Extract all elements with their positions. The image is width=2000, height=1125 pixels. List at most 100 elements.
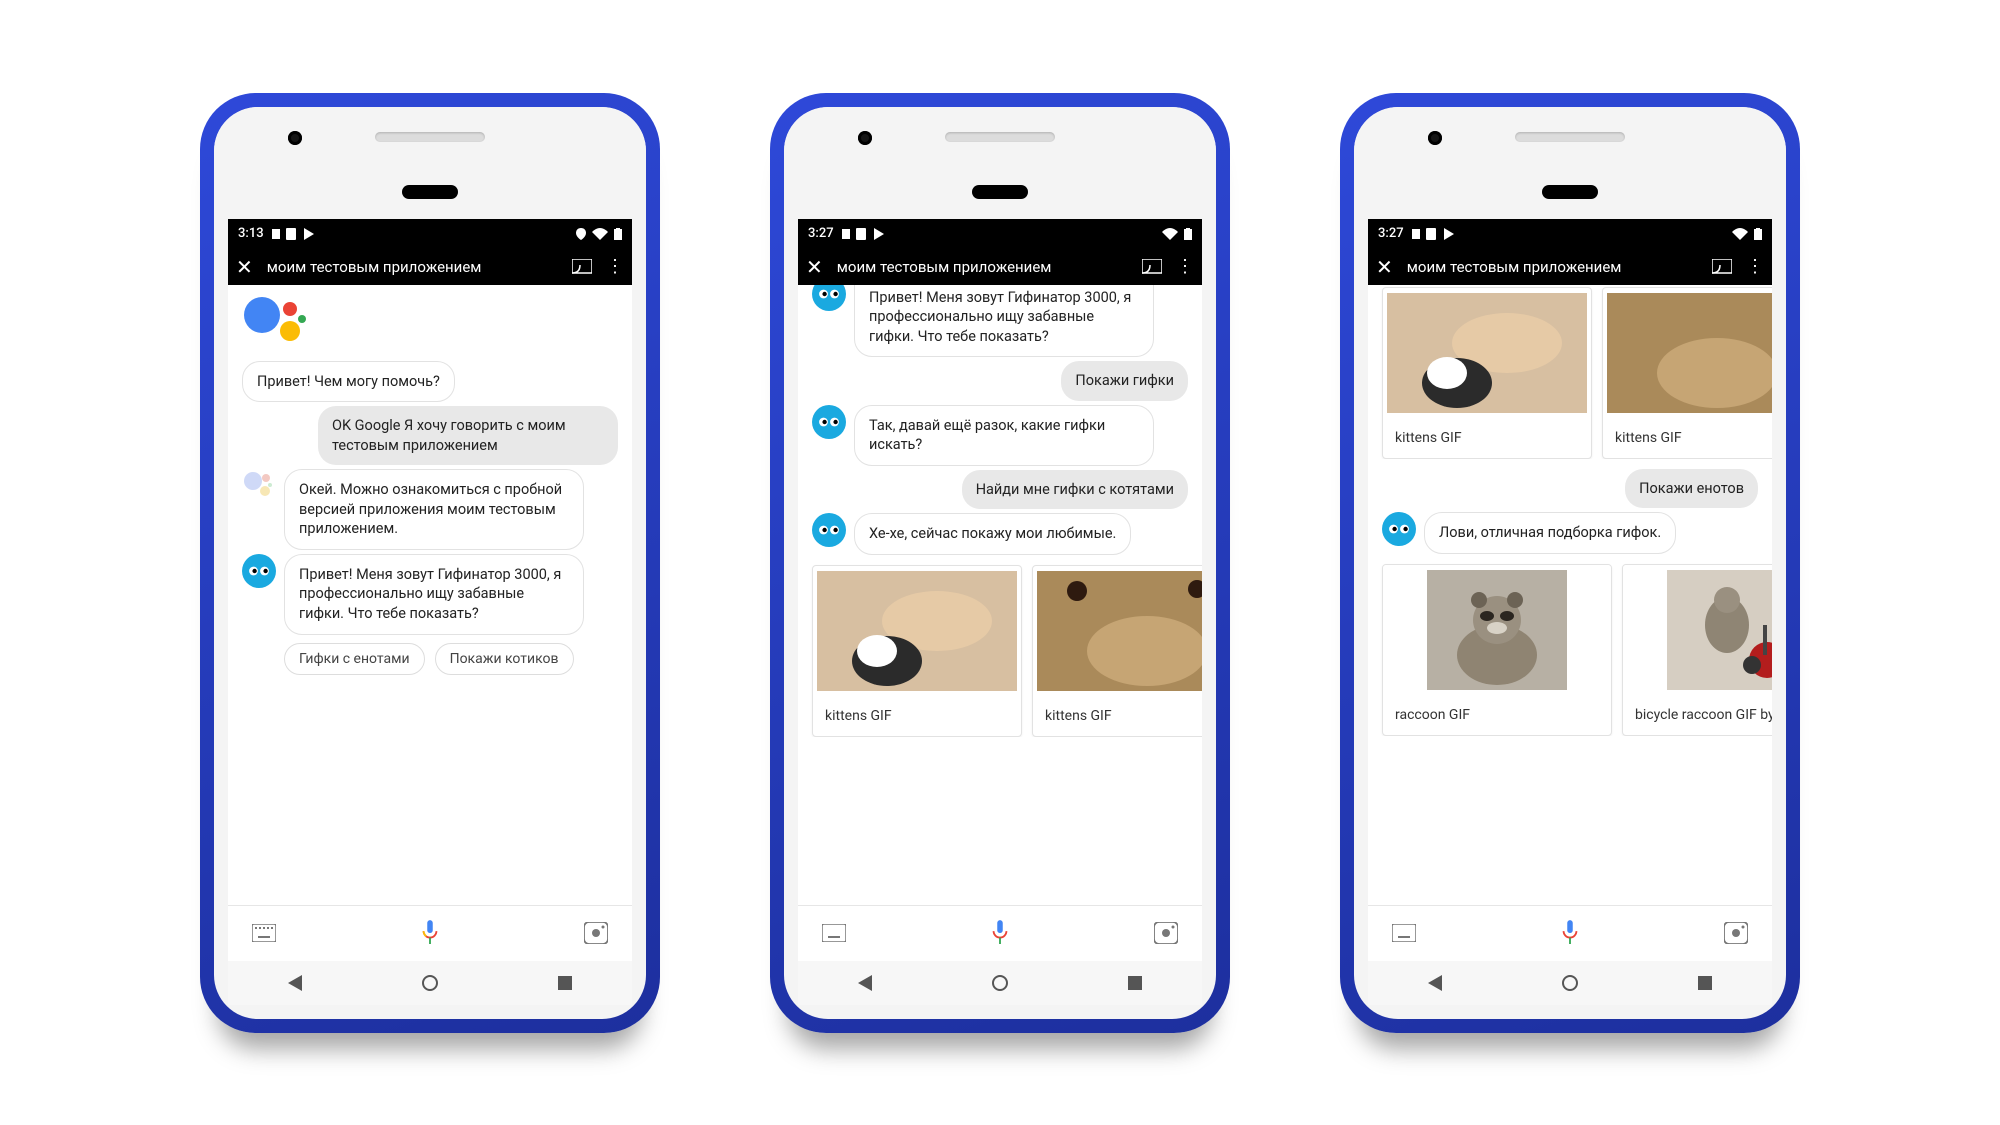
status-icons-left bbox=[842, 228, 892, 240]
close-icon[interactable]: ✕ bbox=[236, 255, 253, 279]
microphone-icon[interactable] bbox=[416, 919, 444, 947]
sensor-pill bbox=[1542, 185, 1598, 199]
message-row: Так, давай ещё разок, какие гифки искать… bbox=[798, 403, 1202, 468]
close-icon[interactable]: ✕ bbox=[1376, 255, 1393, 279]
suggestion-chip[interactable]: Покажи котиков bbox=[435, 643, 574, 675]
phone-1: 3:13 ✕ моим тестовым приложением ⋮ bbox=[200, 93, 660, 1033]
message-row: Найди мне гифки с котятами bbox=[798, 468, 1202, 512]
nav-home-icon[interactable] bbox=[422, 975, 438, 991]
user-bubble: Покажи енотов bbox=[1625, 469, 1758, 509]
chat-area: kittens GIF kittens GIF Покажи енотов bbox=[1368, 285, 1772, 905]
nav-back-icon[interactable] bbox=[1428, 975, 1442, 991]
message-row: Привет! Меня зовут Гифинатор 3000, я про… bbox=[228, 552, 632, 637]
gif-card[interactable]: kittens GIF bbox=[1602, 287, 1772, 459]
status-icons-left bbox=[272, 228, 322, 240]
gif-card[interactable]: kittens GIF bbox=[1382, 287, 1592, 459]
nav-back-icon[interactable] bbox=[858, 975, 872, 991]
app-bar: ✕ моим тестовым приложением ⋮ bbox=[798, 249, 1202, 285]
input-bar bbox=[228, 905, 632, 961]
status-bar: 3:13 bbox=[228, 219, 632, 249]
app-title: моим тестовым приложением bbox=[837, 258, 1128, 276]
nav-recent-icon[interactable] bbox=[1698, 976, 1712, 990]
assistant-bubble: Привет! Чем могу помочь? bbox=[242, 361, 455, 403]
gif-card[interactable]: kittens GIF bbox=[1032, 565, 1202, 737]
phone-frame: 3:27 ✕ моим тестовым приложением ⋮ bbox=[784, 107, 1216, 1019]
bot-avatar-icon bbox=[812, 405, 846, 439]
phone-3: 3:27 ✕ моим тестовым приложением ⋮ bbox=[1340, 93, 1800, 1033]
wifi-icon bbox=[1162, 228, 1178, 240]
bot-bubble: Хе-хе, сейчас покажу мои любимые. bbox=[854, 513, 1131, 555]
close-icon[interactable]: ✕ bbox=[806, 255, 823, 279]
bot-bubble: Лови, отличная подборка гифок. bbox=[1424, 512, 1676, 554]
nav-recent-icon[interactable] bbox=[558, 976, 572, 990]
gif-card-label: bicycle raccoon GIF by Cyclery bbox=[1623, 695, 1772, 735]
camera-dot bbox=[288, 131, 302, 145]
phone-frame: 3:13 ✕ моим тестовым приложением ⋮ bbox=[214, 107, 646, 1019]
chat-area: Привет! Чем могу помочь? OK Google Я хоч… bbox=[228, 285, 632, 905]
status-time: 3:13 bbox=[238, 226, 264, 241]
keyboard-icon[interactable] bbox=[252, 924, 276, 942]
nav-back-icon[interactable] bbox=[288, 975, 302, 991]
lens-icon[interactable] bbox=[584, 922, 608, 944]
message-row: Хе-хе, сейчас покажу мои любимые. bbox=[798, 511, 1202, 557]
phone-hardware-top bbox=[214, 107, 646, 167]
speaker-slot bbox=[945, 132, 1055, 142]
gif-carousel[interactable]: kittens GIF kittens GIF bbox=[798, 557, 1202, 737]
speaker-slot bbox=[1515, 132, 1625, 142]
gif-card-label: kittens GIF bbox=[1603, 418, 1772, 458]
keyboard-icon[interactable] bbox=[1392, 924, 1416, 942]
user-bubble: OK Google Я хочу говорить с моим тестовы… bbox=[318, 406, 618, 465]
cast-icon[interactable] bbox=[1142, 259, 1162, 275]
microphone-icon[interactable] bbox=[1556, 919, 1584, 947]
message-row: Покажи енотов bbox=[1368, 467, 1772, 511]
more-icon[interactable]: ⋮ bbox=[1746, 256, 1764, 277]
more-icon[interactable]: ⋮ bbox=[606, 256, 624, 277]
message-row: OK Google Я хочу говорить с моим тестовы… bbox=[228, 404, 632, 467]
wifi-icon bbox=[592, 228, 608, 240]
sensor-pill bbox=[402, 185, 458, 199]
gif-card[interactable]: raccoon GIF bbox=[1382, 564, 1612, 736]
input-bar bbox=[798, 905, 1202, 961]
nav-home-icon[interactable] bbox=[1562, 975, 1578, 991]
cast-icon[interactable] bbox=[572, 259, 592, 275]
user-bubble: Найди мне гифки с котятами bbox=[962, 470, 1188, 510]
app-title: моим тестовым приложением bbox=[267, 258, 558, 276]
cast-icon[interactable] bbox=[1712, 259, 1732, 275]
lens-icon[interactable] bbox=[1724, 922, 1748, 944]
more-icon[interactable]: ⋮ bbox=[1176, 256, 1194, 277]
status-bar: 3:27 bbox=[1368, 219, 1772, 249]
suggestion-chip[interactable]: Гифки с енотами bbox=[284, 643, 425, 675]
status-time: 3:27 bbox=[808, 226, 834, 241]
gif-card-label: kittens GIF bbox=[1383, 418, 1591, 458]
gif-card-image bbox=[1033, 566, 1202, 696]
phone-frame: 3:27 ✕ моим тестовым приложением ⋮ bbox=[1354, 107, 1786, 1019]
nav-home-icon[interactable] bbox=[992, 975, 1008, 991]
lens-icon[interactable] bbox=[1154, 922, 1178, 944]
chat-area: Привет! Меня зовут Гифинатор 3000, я про… bbox=[798, 285, 1202, 905]
bot-bubble: Привет! Меня зовут Гифинатор 3000, я про… bbox=[284, 554, 584, 635]
gif-carousel[interactable]: kittens GIF kittens GIF bbox=[1368, 285, 1772, 459]
gif-carousel[interactable]: raccoon GIF bbox=[1368, 556, 1772, 736]
gif-card-label: kittens GIF bbox=[1033, 696, 1202, 736]
keyboard-icon[interactable] bbox=[822, 924, 846, 942]
status-icons-left bbox=[1412, 228, 1462, 240]
app-bar: ✕ моим тестовым приложением ⋮ bbox=[228, 249, 632, 285]
sensor-pill bbox=[972, 185, 1028, 199]
nav-recent-icon[interactable] bbox=[1128, 976, 1142, 990]
bot-avatar-icon bbox=[242, 554, 276, 588]
gif-card-image bbox=[1603, 288, 1772, 418]
phone-hardware-top bbox=[1354, 107, 1786, 167]
status-bar: 3:27 bbox=[798, 219, 1202, 249]
app-title: моим тестовым приложением bbox=[1407, 258, 1698, 276]
gif-card[interactable]: bicycle raccoon GIF by Cyclery bbox=[1622, 564, 1772, 736]
camera-dot bbox=[858, 131, 872, 145]
assistant-bubble: Окей. Можно ознакомиться с пробной верси… bbox=[284, 469, 584, 550]
screen: 3:27 ✕ моим тестовым приложением ⋮ bbox=[1368, 219, 1772, 1005]
gif-card-image bbox=[813, 566, 1021, 696]
suggestion-chips: Гифки с енотами Покажи котиков bbox=[228, 637, 632, 675]
camera-dot bbox=[1428, 131, 1442, 145]
user-bubble: Покажи гифки bbox=[1061, 361, 1188, 401]
gif-card-image bbox=[1383, 565, 1611, 695]
gif-card[interactable]: kittens GIF bbox=[812, 565, 1022, 737]
microphone-icon[interactable] bbox=[986, 919, 1014, 947]
